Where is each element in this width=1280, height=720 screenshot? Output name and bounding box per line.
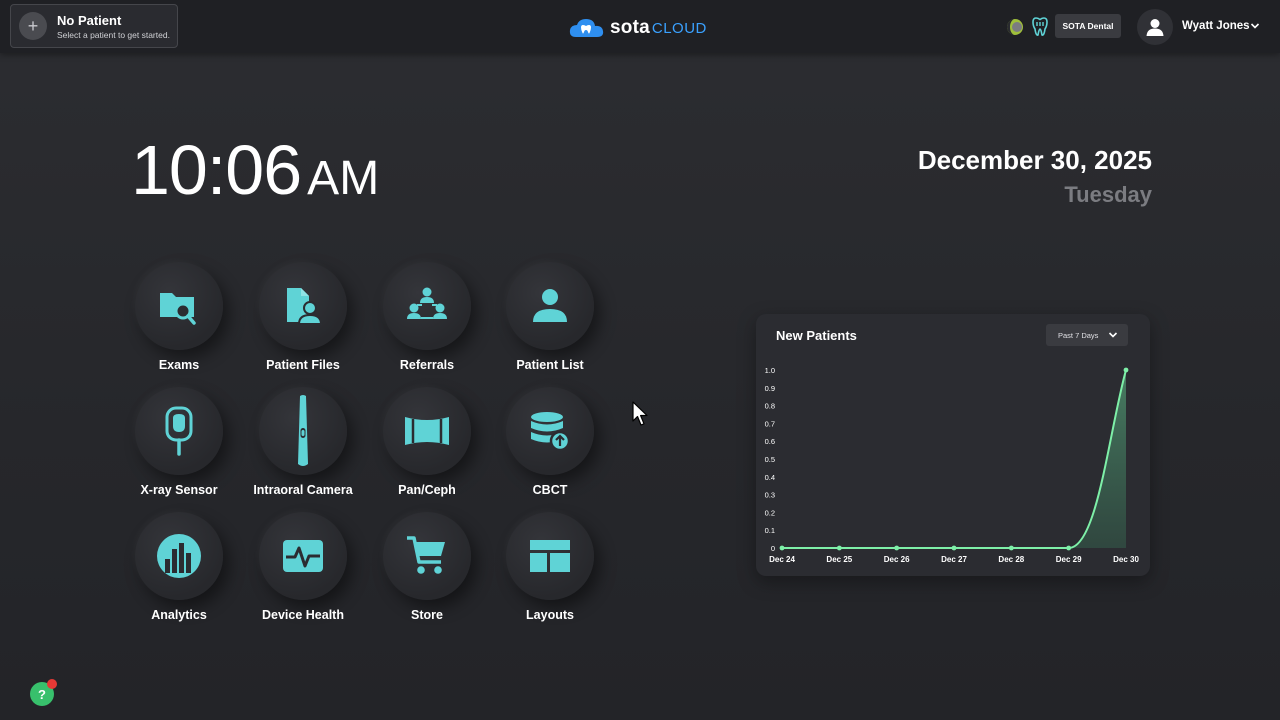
user-avatar[interactable] <box>1137 9 1173 45</box>
y-tick-label: 0 <box>771 544 775 553</box>
x-tick-label: Dec 29 <box>1056 555 1082 564</box>
app-label: Intraoral Camera <box>253 483 353 497</box>
range-label: Past 7 Days <box>1058 330 1099 340</box>
cbct-database-icon <box>531 412 571 452</box>
x-tick-label: Dec 25 <box>826 555 852 564</box>
time-ampm: AM <box>307 152 380 205</box>
new-patients-chart: 0 0.1 0.2 0.3 0.4 0.5 0.6 0.7 0.8 0.9 1.0 Dec 24 Dec… <box>765 366 1140 564</box>
y-tick-label: 0.6 <box>765 437 775 446</box>
patient-subtitle: Select a patient to get started. <box>57 29 170 40</box>
notification-dot <box>47 679 57 689</box>
app-label: Analytics <box>151 608 207 622</box>
app-intraoral-camera[interactable]: Intraoral Camera <box>243 387 363 507</box>
patient-title: No Patient <box>57 12 122 28</box>
x-tick-label: Dec 24 <box>769 555 795 564</box>
y-tick-label: 0.7 <box>765 419 775 428</box>
series-area <box>782 370 1126 548</box>
y-tick-label: 0.4 <box>765 473 775 482</box>
analytics-icon <box>157 534 201 578</box>
intraoral-camera-icon <box>298 395 308 466</box>
xray-sensor-icon <box>165 406 193 456</box>
app-label: Patient List <box>516 358 584 372</box>
layouts-icon <box>530 540 570 572</box>
app-pan-ceph[interactable]: Pan/Ceph <box>367 387 487 507</box>
cloud-logo-icon <box>569 19 604 37</box>
app-referrals[interactable]: Referrals <box>367 262 487 382</box>
sota-cloud-logo: sota CLOUD <box>568 15 707 41</box>
x-tick-label: Dec 26 <box>884 555 910 564</box>
y-tick-label: 0.2 <box>765 508 775 517</box>
app-label: Patient Files <box>266 358 340 372</box>
patient-selector[interactable]: + No Patient Select a patient to get sta… <box>10 4 178 48</box>
x-tick-label: Dec 30 <box>1113 555 1139 564</box>
data-point <box>951 545 957 551</box>
series-line <box>782 369 1127 549</box>
folder-search-icon <box>160 293 196 325</box>
data-point <box>1066 545 1072 551</box>
app-label: Layouts <box>526 608 574 622</box>
pan-ceph-icon <box>405 417 449 445</box>
app-label: Pan/Ceph <box>398 483 456 497</box>
data-point <box>894 545 900 551</box>
data-point <box>1008 545 1014 551</box>
logo-cloud-text: CLOUD <box>651 19 707 37</box>
x-tick-label: Dec 27 <box>941 555 967 564</box>
y-tick-label: 0.3 <box>765 491 775 500</box>
x-tick-label: Dec 28 <box>998 555 1024 564</box>
patient-file-icon <box>287 288 323 325</box>
app-exams[interactable]: Exams <box>119 262 239 382</box>
practice-badge[interactable]: SOTA Dental <box>1055 14 1121 38</box>
app-device-health[interactable]: Device Health <box>243 512 363 632</box>
app-label: X-ray Sensor <box>140 483 218 497</box>
app-patient-list[interactable]: Patient List <box>490 262 610 382</box>
user-avatar-icon <box>1146 19 1164 36</box>
referrals-icon <box>407 287 447 319</box>
app-label: Exams <box>158 358 200 372</box>
time-value: 10:06 <box>131 131 302 209</box>
app-label: Device Health <box>262 608 344 622</box>
app-label: Referrals <box>399 358 455 372</box>
app-analytics[interactable]: Analytics <box>119 512 239 632</box>
current-date: December 30, 2025 <box>917 145 1152 175</box>
app-label: CBCT <box>532 483 568 497</box>
range-dropdown[interactable]: Past 7 Days <box>1046 324 1128 346</box>
y-tick-label: 0.9 <box>765 384 775 393</box>
current-time: 10:06 AM <box>131 130 379 210</box>
chevron-down-icon <box>1108 332 1118 338</box>
app-label: Store <box>411 608 443 622</box>
chevron-down-icon[interactable] <box>1250 21 1260 31</box>
new-patients-card: 0 0.1 0.2 0.3 0.4 0.5 0.6 0.7 0.8 0.9 1.0 Dec 24 Dec… <box>756 314 1150 576</box>
tooth-icon[interactable] <box>1032 17 1048 37</box>
app-cbct[interactable]: CBCT <box>490 387 610 507</box>
person-icon <box>533 289 567 322</box>
user-name[interactable]: Wyatt Jones <box>1182 20 1250 32</box>
device-health-icon <box>283 540 323 572</box>
y-tick-label: 0.1 <box>765 526 775 535</box>
mouse-cursor-icon <box>632 401 648 426</box>
logo-sota-text: sota <box>610 17 650 38</box>
cart-icon <box>407 536 445 574</box>
y-tick-label: 0.5 <box>765 455 775 464</box>
top-bar: + No Patient Select a patient to get sta… <box>0 0 1280 53</box>
app-xray-sensor[interactable]: X-ray Sensor <box>119 387 239 507</box>
y-tick-label: 0.8 <box>765 402 775 411</box>
plus-icon[interactable]: + <box>19 12 47 40</box>
current-weekday: Tuesday <box>1064 182 1152 207</box>
app-store[interactable]: Store <box>367 512 487 632</box>
app-layouts[interactable]: Layouts <box>490 512 610 632</box>
app-patient-files[interactable]: Patient Files <box>243 262 363 382</box>
chart-title: New Patients <box>776 328 857 343</box>
theme-toggle-icon[interactable] <box>1006 18 1024 36</box>
data-point <box>1123 367 1129 373</box>
y-tick-label: 1.0 <box>765 366 775 375</box>
data-point <box>779 545 785 551</box>
data-point <box>836 545 842 551</box>
